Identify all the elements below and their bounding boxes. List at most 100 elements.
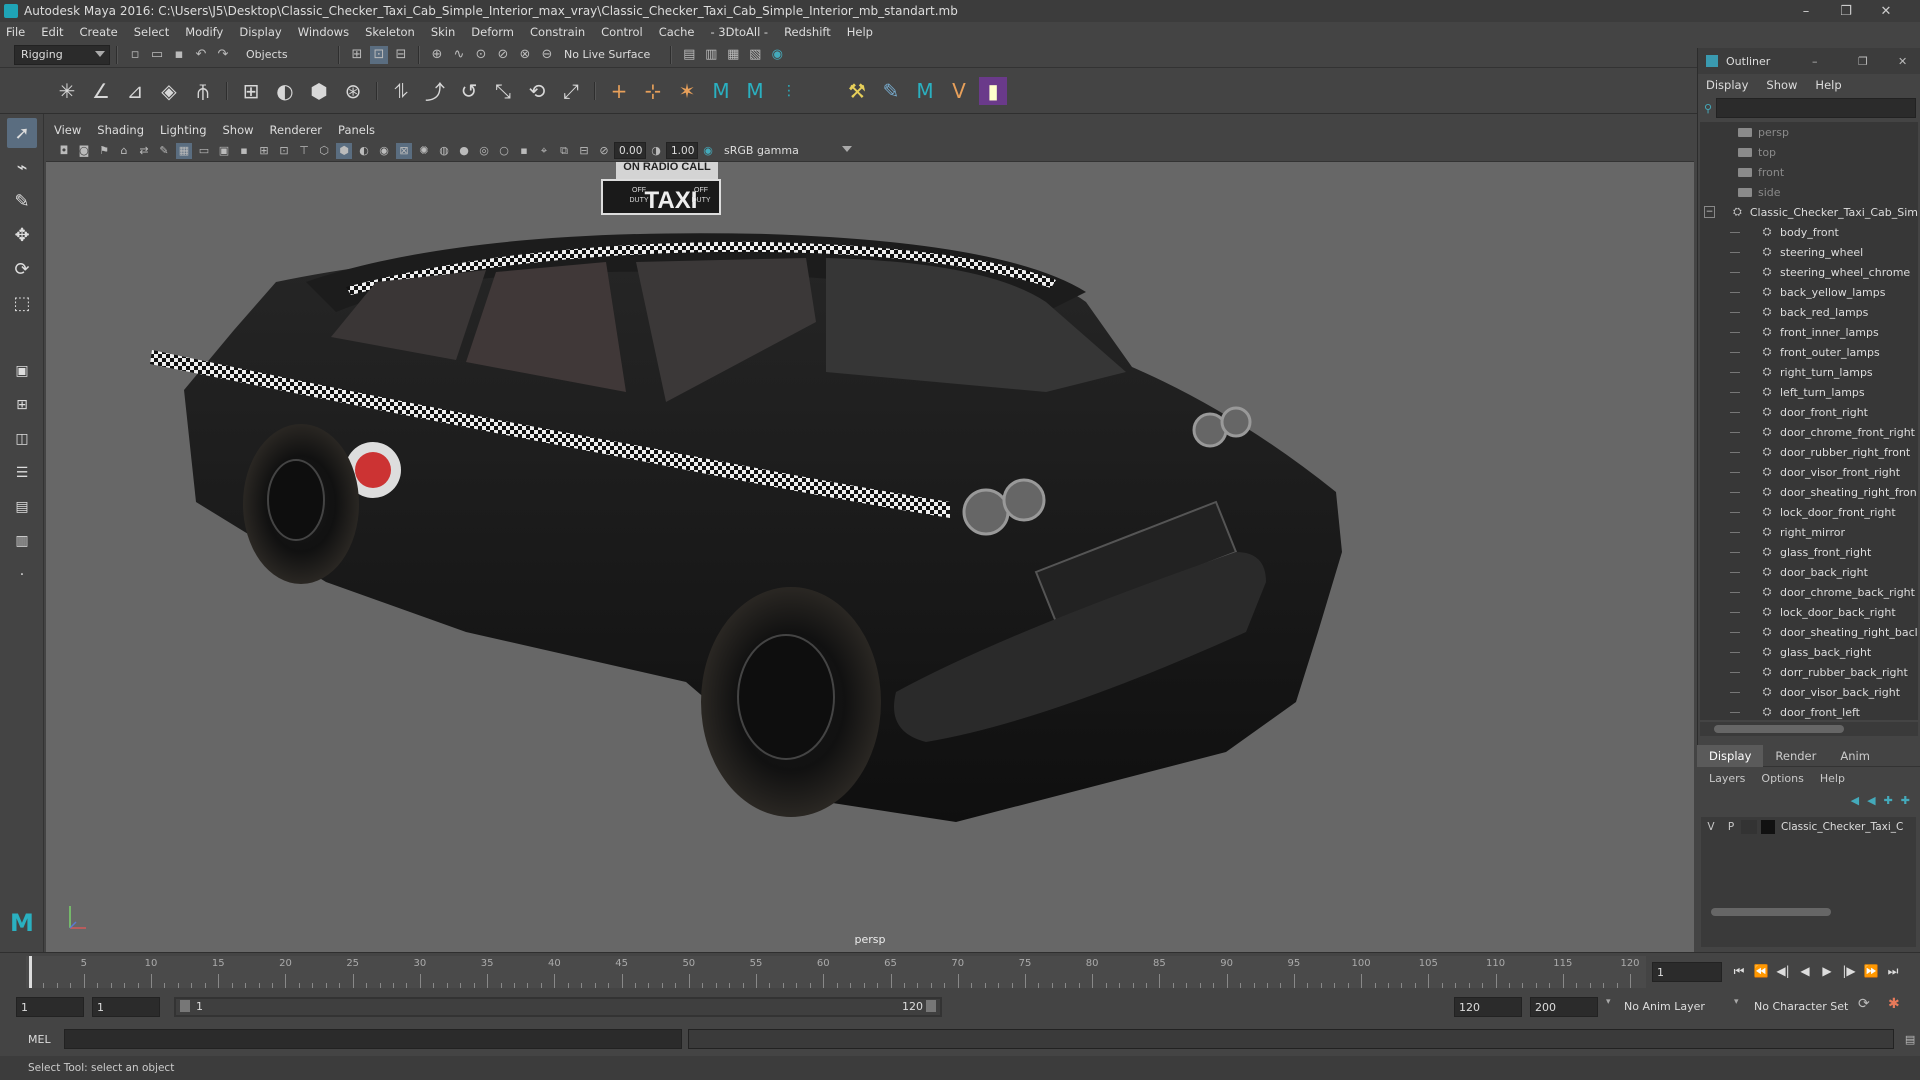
maya-logo-icon-2[interactable]: M xyxy=(741,77,769,105)
step-back-key-icon[interactable]: ⏪ xyxy=(1752,962,1770,980)
maximize-button[interactable]: ❐ xyxy=(1826,0,1866,22)
outliner-item[interactable]: ⛭ glass_front_right xyxy=(1700,542,1918,562)
outliner-item[interactable]: ⛭ door_front_right xyxy=(1700,402,1918,422)
aim-constraint-icon[interactable]: ⤴ xyxy=(421,77,449,105)
select-tool-icon[interactable]: ➚ xyxy=(7,118,37,148)
character-set-dropdown[interactable]: No Character Set xyxy=(1754,1000,1848,1013)
select-hierarchy-icon[interactable]: ⊞ xyxy=(348,46,366,64)
step-back-frame-icon[interactable]: ◀| xyxy=(1774,962,1792,980)
lighting-icon[interactable]: ◐ xyxy=(356,143,372,159)
motion-blur-icon[interactable]: ● xyxy=(456,143,472,159)
viewport-menu-panels[interactable]: Panels xyxy=(338,123,375,137)
viewport-menu-view[interactable]: View xyxy=(54,123,81,137)
image-plane-icon[interactable]: ⌂ xyxy=(116,143,132,159)
paint-brush-icon[interactable]: ✎ xyxy=(877,77,905,105)
gate-mask-icon[interactable]: ▪ xyxy=(236,143,252,159)
layer-type[interactable] xyxy=(1741,820,1757,834)
outliner-layout-icon[interactable]: ☰ xyxy=(7,458,37,488)
gamma-field[interactable]: 1.00 xyxy=(666,142,698,159)
resolution-gate-icon[interactable]: ▣ xyxy=(216,143,232,159)
scale-constraint-icon[interactable]: ⤡ xyxy=(489,77,517,105)
menu-constrain[interactable]: Constrain xyxy=(530,25,585,39)
anim-layer-dropdown[interactable]: No Anim Layer xyxy=(1624,1000,1705,1013)
current-time-marker[interactable] xyxy=(29,956,32,988)
lasso-tool-icon[interactable]: ⌁ xyxy=(7,152,37,182)
range-slider-handle[interactable] xyxy=(176,999,940,1015)
textured-icon[interactable]: ◉ xyxy=(376,143,392,159)
outliner-menu-display[interactable]: Display xyxy=(1706,78,1748,92)
save-scene-icon[interactable]: ▪ xyxy=(170,46,188,64)
graph-layout-icon[interactable]: ▤ xyxy=(7,492,37,522)
playback-end-field[interactable]: 120 xyxy=(1454,997,1522,1017)
snap-curve-icon[interactable]: ∿ xyxy=(450,46,468,64)
exposure-field[interactable]: 0.00 xyxy=(614,142,646,159)
menu-3dtoall[interactable]: - 3DtoAll - xyxy=(710,25,768,39)
lattice-icon[interactable]: ⬢ xyxy=(305,77,333,105)
four-view-icon[interactable]: ⊞ xyxy=(7,390,37,420)
gamma-icon[interactable]: ◑ xyxy=(648,143,664,159)
blank-icon[interactable] xyxy=(809,77,837,105)
outliner-item-front[interactable]: front xyxy=(1700,162,1918,182)
collapse-icon[interactable]: − xyxy=(1704,206,1716,218)
more-layouts-icon[interactable]: · xyxy=(7,560,37,590)
viewport-menu-shading[interactable]: Shading xyxy=(97,123,144,137)
joint-tool-icon[interactable]: ✳ xyxy=(53,77,81,105)
outliner-item-top[interactable]: top xyxy=(1700,142,1918,162)
outliner-item[interactable]: ⛭ steering_wheel_chrome xyxy=(1700,262,1918,282)
outliner-item[interactable]: ⛭ dorr_rubber_back_right xyxy=(1700,662,1918,682)
tab-render[interactable]: Render xyxy=(1763,745,1828,767)
anim-prefs-icon[interactable]: ✱ xyxy=(1888,996,1900,1012)
scroll-thumb[interactable] xyxy=(1714,725,1844,733)
backface-icon[interactable]: ⧉ xyxy=(556,143,572,159)
outliner-item[interactable]: ⛭ door_chrome_back_right xyxy=(1700,582,1918,602)
twod-pan-icon[interactable]: ⇄ xyxy=(136,143,152,159)
paint-weights-icon[interactable]: ◐ xyxy=(271,77,299,105)
wrench-icon[interactable]: ⚒ xyxy=(843,77,871,105)
selection-mode-dropdown[interactable]: Objects xyxy=(240,44,332,65)
layer-menu-help[interactable]: Help xyxy=(1820,772,1845,785)
channel-icon[interactable]: ⋮ xyxy=(775,77,803,105)
chevron-down-icon[interactable]: ▾ xyxy=(1734,997,1746,1017)
outliner-item[interactable]: ⛭ door_visor_back_right xyxy=(1700,682,1918,702)
layer-menu-options[interactable]: Options xyxy=(1761,772,1803,785)
script-editor-icon[interactable]: ▤ xyxy=(1900,1029,1920,1049)
ipr-render-icon[interactable]: ▦ xyxy=(724,46,742,64)
menu-skin[interactable]: Skin xyxy=(431,25,455,39)
outliner-item[interactable]: ⛭ right_turn_lamps xyxy=(1700,362,1918,382)
snap-plane-icon[interactable]: ⊖ xyxy=(538,46,556,64)
dof-icon[interactable]: ○ xyxy=(496,143,512,159)
hypershade-layout-icon[interactable]: ▥ xyxy=(7,526,37,556)
menu-redshift[interactable]: Redshift xyxy=(784,25,831,39)
scale-tool-icon[interactable]: ⬚ xyxy=(7,288,37,318)
outliner-close-button[interactable]: ✕ xyxy=(1898,55,1907,68)
range-slider[interactable]: 1 120 xyxy=(174,997,942,1017)
render-settings-icon[interactable]: ▧ xyxy=(746,46,764,64)
outliner-item[interactable]: ⛭ back_yellow_lamps xyxy=(1700,282,1918,302)
viewport-menu-show[interactable]: Show xyxy=(223,123,254,137)
new-scene-icon[interactable]: ▫ xyxy=(126,46,144,64)
menu-windows[interactable]: Windows xyxy=(298,25,349,39)
snap-grid-icon[interactable]: ⊕ xyxy=(428,46,446,64)
shadows-icon[interactable]: ✺ xyxy=(416,143,432,159)
wireframe-icon[interactable]: ⬡ xyxy=(316,143,332,159)
outliner-item[interactable]: ⛭ door_rubber_right_front xyxy=(1700,442,1918,462)
bookmark-icon[interactable]: ⚑ xyxy=(96,143,112,159)
outliner-item-root[interactable]: − ⛭ Classic_Checker_Taxi_Cab_Sim xyxy=(1700,202,1918,222)
select-object-icon[interactable]: ⊡ xyxy=(370,45,388,64)
outliner-item[interactable]: ⛭ front_outer_lamps xyxy=(1700,342,1918,362)
outliner-item[interactable]: ⛭ steering_wheel xyxy=(1700,242,1918,262)
ambient-occlusion-icon[interactable]: ◍ xyxy=(436,143,452,159)
tab-display[interactable]: Display xyxy=(1697,745,1764,767)
outliner-item[interactable]: ⛭ door_front_left xyxy=(1700,702,1918,720)
viewport-menu-renderer[interactable]: Renderer xyxy=(270,123,323,137)
go-to-end-icon[interactable]: ⏭ xyxy=(1884,962,1902,980)
outliner-search-input[interactable] xyxy=(1716,98,1916,118)
ik-fk-icon[interactable]: ⊹ xyxy=(639,77,667,105)
layer-menu-layers[interactable]: Layers xyxy=(1709,772,1745,785)
menu-edit[interactable]: Edit xyxy=(41,25,63,39)
rotate-tool-icon[interactable]: ⟳ xyxy=(7,254,37,284)
color-management-icon[interactable]: ◉ xyxy=(700,143,716,159)
aa-icon[interactable]: ◎ xyxy=(476,143,492,159)
layer-playback[interactable]: P xyxy=(1721,821,1741,833)
filter-icon[interactable]: ⚲ xyxy=(1704,102,1712,115)
